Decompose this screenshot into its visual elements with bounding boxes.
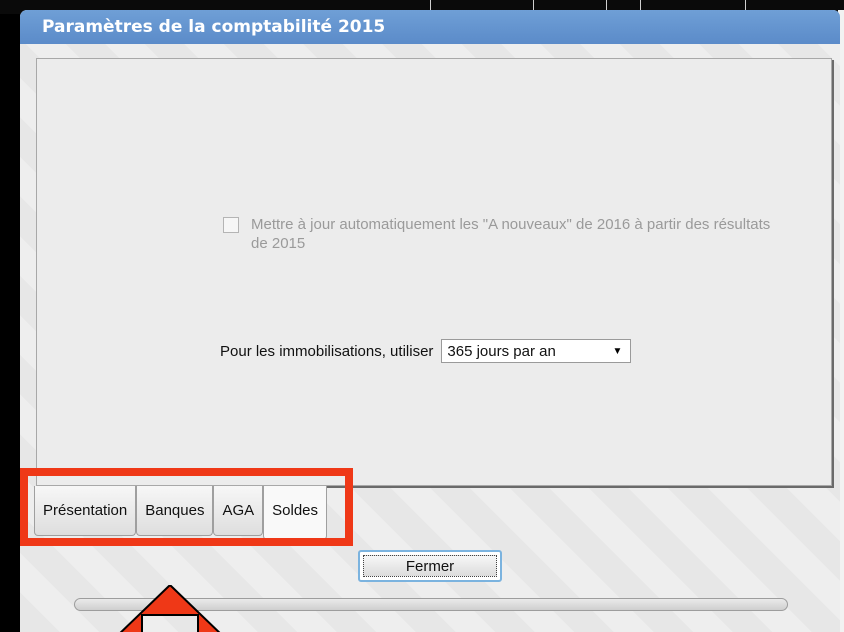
dialog-titlebar[interactable]: Paramètres de la comptabilité 2015 [20, 10, 840, 44]
close-button-label: Fermer [405, 557, 455, 575]
auto-update-option: Mettre à jour automatiquement les "A nou… [223, 215, 783, 253]
immobilisations-selected-value: 365 jours par an [447, 342, 556, 360]
dropdown-arrow-icon[interactable]: ▼ [613, 346, 623, 357]
annotation-arrow-icon [119, 585, 221, 632]
highlight-box [20, 468, 353, 546]
auto-update-label: Mettre à jour automatiquement les "A nou… [251, 216, 771, 252]
settings-dialog: Paramètres de la comptabilité 2015 Mettr… [20, 10, 840, 632]
settings-panel: Mettre à jour automatiquement les "A nou… [36, 58, 832, 486]
dialog-title: Paramètres de la comptabilité 2015 [42, 17, 386, 37]
immobilisations-label: Pour les immobilisations, utiliser [220, 342, 434, 360]
auto-update-checkbox[interactable] [223, 217, 239, 233]
immobilisations-option: Pour les immobilisations, utiliser 365 j… [220, 339, 632, 363]
close-button[interactable]: Fermer [358, 550, 502, 582]
immobilisations-select[interactable]: 365 jours par an ▼ [441, 339, 632, 363]
